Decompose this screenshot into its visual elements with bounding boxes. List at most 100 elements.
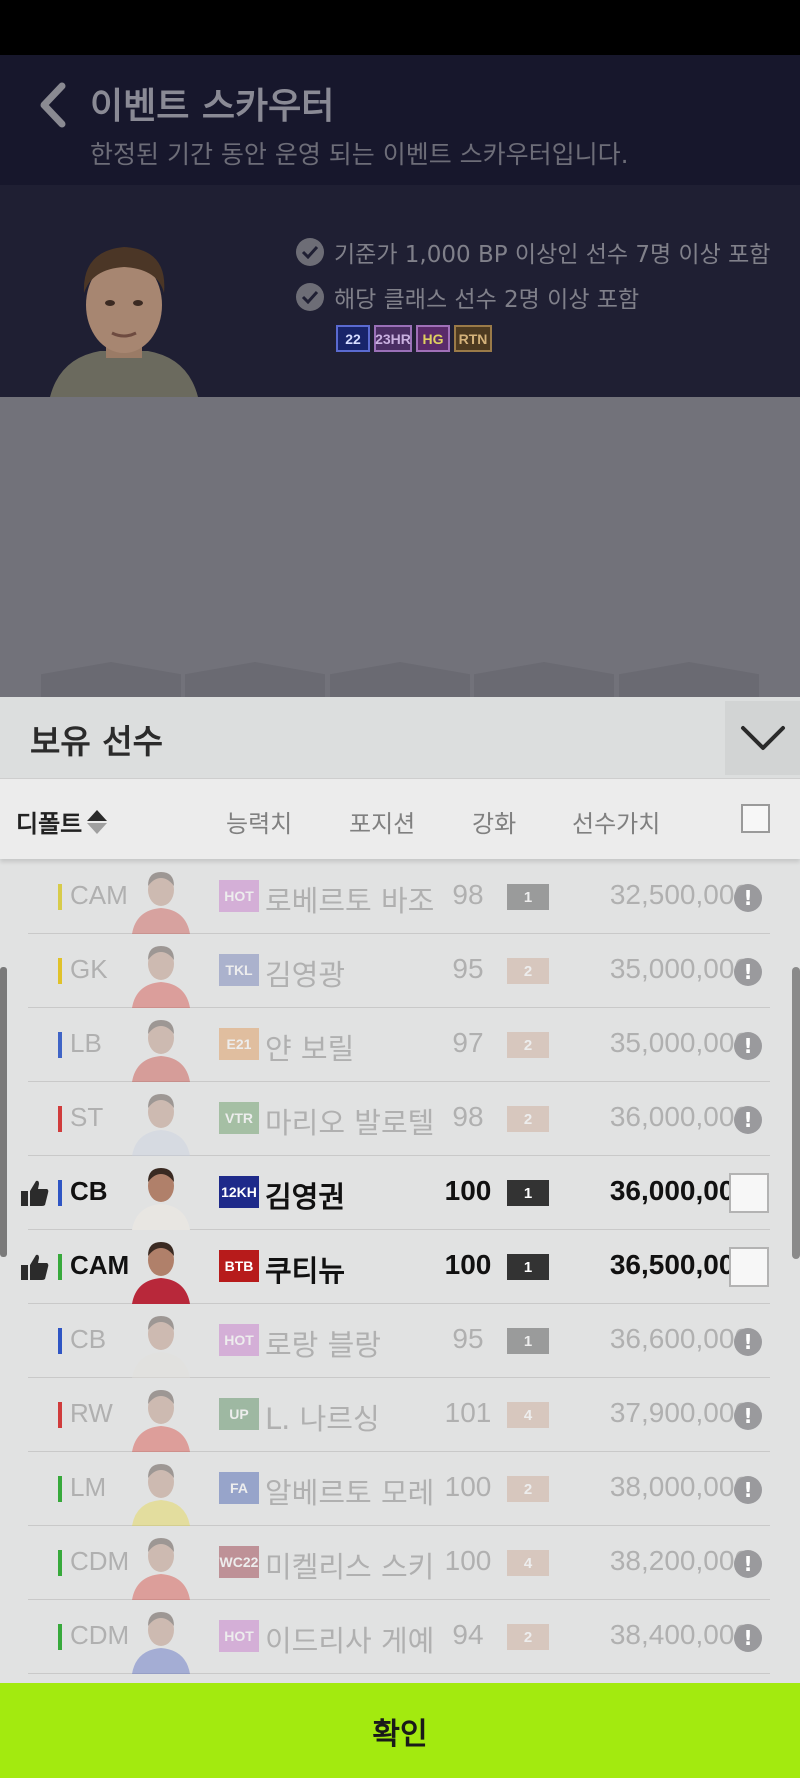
player-name: 알베르토 모레노 [265,1476,435,1510]
column-upgrade[interactable]: 강화 [472,804,516,839]
alert-icon[interactable]: ! [734,1032,762,1060]
column-value[interactable]: 선수가치 [572,804,660,839]
position-color-bar [58,1476,62,1502]
player-portrait [50,247,198,397]
confirm-button[interactable]: 확인 [0,1683,800,1778]
chevron-down-icon [740,726,785,750]
select-all-checkbox[interactable] [741,804,770,833]
player-row[interactable]: CB HOT 로랑 블랑 95 1 36,600,000! [28,1304,770,1378]
player-row[interactable]: LM FA알베르토 모레노 100 2 38,000,000! [28,1452,770,1526]
select-player-checkbox[interactable] [729,1247,769,1287]
player-row[interactable]: CDM HOT 이드리사 게예 94 2 38,400,000! [28,1600,770,1674]
back-button[interactable] [30,75,74,135]
sort-default-button[interactable]: 디폴트 [16,804,108,839]
position-color-bar [58,1180,62,1206]
position-color-bar [58,1254,62,1280]
player-row[interactable]: RW UP L. 나르싱 101 4 37,900,000! [28,1378,770,1452]
check-circle-icon [296,238,324,266]
position-color-bar [58,1402,62,1428]
season-badge: 12KH [219,1176,259,1208]
player-name: 로베르토 바조 [265,884,435,918]
column-ovr[interactable]: 능력치 [226,804,292,839]
right-scrollbar[interactable] [792,967,800,1259]
player-name: 얀 보릴 [265,1032,355,1066]
formation-slot[interactable] [185,662,325,697]
season-badge: HOT [219,1324,259,1356]
column-position[interactable]: 포지션 [349,804,415,839]
player-ovr: 100 [444,1545,492,1576]
collapse-sheet-button[interactable] [725,701,800,775]
sort-arrows-icon [87,809,108,834]
player-face-icon [132,1242,190,1304]
position-label: CB [70,1176,108,1206]
player-name: 로랑 블랑 [265,1328,381,1362]
player-ovr: 98 [452,1101,484,1132]
alert-icon[interactable]: ! [734,958,762,986]
player-row[interactable]: CDM WC22미켈리스 스키리 100 4 38,200,000! [28,1526,770,1600]
left-scrollbar[interactable] [0,967,7,1257]
player-name: 마리오 발로텔리 [265,1106,435,1140]
class-badge: HG [416,325,450,352]
position-color-bar [58,1550,62,1576]
owned-players-sheet: 보유 선수 디폴트 능력치 포지션 강화 선수가치 CAM HOT 로베르토 바조 9… [0,697,800,1683]
player-face-icon [132,1168,190,1230]
season-badge: VTR [219,1102,259,1134]
requirement-text: 해당 클래스 선수 2명 이상 포함 [334,287,640,313]
alert-icon[interactable]: ! [734,1624,762,1652]
alert-icon[interactable]: ! [734,1550,762,1578]
player-row[interactable]: CAM HOT 로베르토 바조 98 1 32,500,000! [28,860,770,934]
season-badge: WC22 [219,1546,259,1578]
player-value: 38,000,000 [609,1471,750,1502]
player-face-icon [132,1316,190,1378]
player-row[interactable]: CAM BTB 쿠티뉴 100 1 36,500,000 [21,1230,770,1304]
position-color-bar [58,884,62,910]
formation-slot[interactable] [619,662,759,697]
squad-pitch-area [0,397,800,697]
position-label: CB [70,1324,107,1354]
player-row[interactable]: LB E21 얀 보릴 97 2 35,000,000! [28,1008,770,1082]
formation-slot[interactable] [474,662,614,697]
player-name: 김영권 [265,1180,346,1214]
player-row[interactable]: CB 12KH 김영권 100 1 36,000,000 [21,1156,770,1230]
upgrade-grade-badge: 1 [507,1254,549,1280]
check-circle-icon [296,283,324,311]
alert-icon[interactable]: ! [734,1402,762,1430]
upgrade-grade-badge: 2 [507,1032,549,1058]
player-ovr: 95 [452,1323,484,1354]
alert-icon[interactable]: ! [734,884,762,912]
player-face-icon [132,1390,190,1452]
player-name: 미켈리스 스키리 [265,1550,435,1584]
player-row[interactable]: GK TKL 김영광 95 2 35,000,000! [28,934,770,1008]
player-value: 36,500,000 [609,1249,750,1280]
player-value: 37,900,000 [609,1397,750,1428]
position-label: CAM [70,1250,130,1280]
upgrade-grade-badge: 2 [507,958,549,984]
class-badge: 22 [336,325,370,352]
alert-icon[interactable]: ! [734,1106,762,1134]
season-badge: HOT [219,880,259,912]
player-list: CAM HOT 로베르토 바조 98 1 32,500,000! GK TKL 김영광 95 2 35… [0,859,800,1683]
formation-slot[interactable] [330,662,470,697]
player-name: 김영광 [265,958,346,992]
player-ovr: 100 [444,1249,492,1280]
formation-slot[interactable] [41,662,181,697]
player-face-icon [132,1464,190,1526]
position-label: GK [70,954,108,984]
player-ovr: 100 [444,1175,492,1206]
season-badge: HOT [219,1620,259,1652]
alert-icon[interactable]: ! [734,1328,762,1356]
confirm-label: 확인 [372,1716,428,1752]
position-color-bar [58,1032,62,1058]
position-label: CAM [70,880,128,910]
player-row[interactable]: ST VTR마리오 발로텔리 98 2 36,000,000! [28,1082,770,1156]
position-label: CDM [70,1620,130,1650]
season-badge: E21 [219,1028,259,1060]
column-header-row: 디폴트 능력치 포지션 강화 선수가치 [0,779,800,859]
select-player-checkbox[interactable] [729,1173,769,1213]
player-ovr: 94 [452,1619,484,1650]
alert-icon[interactable]: ! [734,1476,762,1504]
player-ovr: 97 [452,1027,484,1058]
page-header: 이벤트 스카우터 한정된 기간 동안 운영 되는 이벤트 스카우터입니다. [0,55,800,185]
player-value: 36,600,000 [609,1323,750,1354]
sheet-title: 보유 선수 [30,722,163,761]
